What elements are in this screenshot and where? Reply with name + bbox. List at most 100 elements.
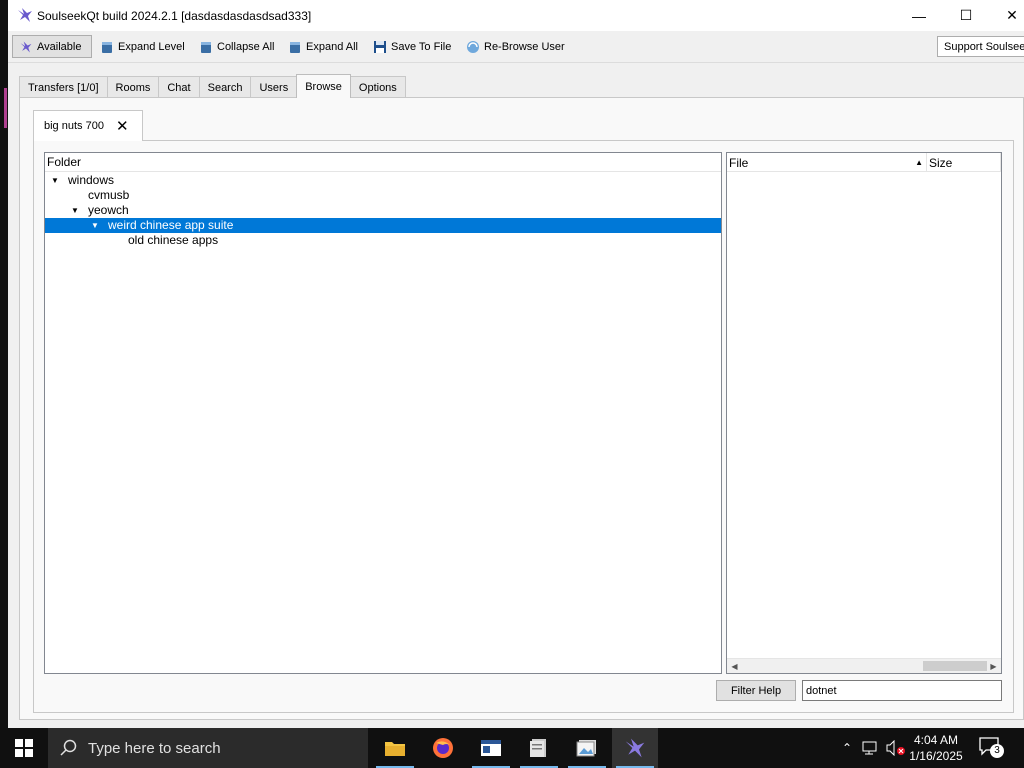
expand-arrow-icon[interactable]: ▼ [71, 203, 79, 218]
scroll-right-icon[interactable]: ▶ [986, 659, 1001, 673]
soulseek-bird-icon [18, 8, 32, 22]
filter-input[interactable] [802, 680, 1002, 701]
maximize-button[interactable]: ☐ [943, 0, 989, 31]
title-bar[interactable]: SoulseekQt build 2024.2.1 [dasdasdasdasd… [8, 0, 1024, 31]
network-icon[interactable] [862, 740, 880, 756]
rebrowse-user-label: Re-Browse User [484, 41, 565, 53]
system-clock[interactable]: 4:04 AM 1/16/2025 [902, 732, 970, 764]
desktop-background [0, 0, 8, 728]
size-column-label: Size [929, 155, 953, 170]
tab-browse[interactable]: Browse [296, 74, 351, 98]
expand-arrow-icon[interactable]: ▼ [91, 218, 99, 233]
expand-all-label: Expand All [306, 41, 358, 53]
expand-all-button[interactable]: Expand All [288, 37, 358, 57]
tab-label: Transfers [1/0] [28, 81, 99, 94]
bucket-icon [201, 42, 211, 53]
taskbar-documents[interactable] [516, 728, 562, 768]
expand-level-label: Expand Level [118, 41, 185, 53]
taskbar: Type here to search ⌃ 4:04 AM 1/16/2025 … [0, 728, 1024, 768]
tree-row[interactable]: old chinese apps [45, 233, 721, 248]
save-to-file-button[interactable]: Save To File [373, 37, 451, 57]
browse-user-panel: Folder ▼ windows cvmusb ▼ yeowch ▼ weird… [33, 140, 1014, 713]
taskbar-app-window[interactable] [468, 728, 514, 768]
main-tab-bar: Transfers [1/0] Rooms Chat Search Users … [19, 74, 406, 98]
tree-row[interactable]: ▼ windows [45, 173, 721, 188]
close-button[interactable]: ✕ [989, 0, 1024, 31]
search-placeholder: Type here to search [88, 739, 221, 757]
scroll-left-icon[interactable]: ◀ [727, 659, 742, 673]
tab-label: Chat [167, 81, 191, 94]
size-column-header[interactable]: Size [927, 153, 1001, 172]
file-list[interactable]: File ▲ Size ◀ ▶ [726, 152, 1002, 674]
scrollbar-thumb[interactable] [923, 661, 987, 671]
firefox-icon [433, 738, 453, 758]
notification-count-badge: 3 [990, 744, 1004, 758]
file-column-label: File [729, 155, 749, 170]
minimize-icon: — [912, 7, 926, 24]
tab-label: Options [358, 81, 397, 94]
status-available-button[interactable]: Available [12, 35, 93, 58]
tree-label: windows [68, 173, 115, 187]
sort-ascending-icon: ▲ [915, 158, 923, 167]
search-icon [60, 739, 77, 756]
folder-column-header[interactable]: Folder [45, 153, 721, 172]
close-tab-icon[interactable]: ✕ [116, 117, 129, 135]
taskbar-file-explorer[interactable] [372, 728, 418, 768]
tree-label: cvmusb [88, 188, 130, 202]
tree-row-selected[interactable]: ▼ weird chinese app suite [45, 218, 721, 233]
system-tray: ⌃ [838, 728, 906, 768]
collapse-all-label: Collapse All [217, 41, 275, 53]
maximize-icon: ☐ [959, 7, 973, 23]
tree-label: weird chinese app suite [108, 218, 234, 232]
collapse-all-button[interactable]: Collapse All [199, 37, 274, 57]
tree-row[interactable]: cvmusb [45, 188, 721, 203]
folder-column-label: Folder [47, 155, 82, 169]
documents-icon [530, 739, 546, 757]
folder-tree[interactable]: Folder ▼ windows cvmusb ▼ yeowch ▼ weird… [44, 152, 722, 674]
refresh-globe-icon [467, 41, 479, 53]
show-hidden-icons-icon[interactable]: ⌃ [838, 741, 856, 755]
taskbar-image-viewer[interactable] [564, 728, 610, 768]
tab-label: Search [207, 81, 243, 94]
image-viewer-icon [576, 740, 596, 757]
notification-center-button[interactable]: 3 [978, 736, 1008, 760]
tab-search[interactable]: Search [198, 76, 252, 98]
minimize-button[interactable]: — [896, 0, 942, 31]
file-list-header: File ▲ Size [727, 153, 1001, 172]
folder-icon [385, 742, 405, 756]
tab-rooms[interactable]: Rooms [106, 76, 160, 98]
start-button[interactable] [0, 728, 48, 768]
app-window-icon [481, 740, 501, 756]
clock-date: 1/16/2025 [909, 749, 963, 763]
tree-row[interactable]: ▼ yeowch [45, 203, 721, 218]
status-available-label: Available [37, 40, 82, 53]
tab-transfers[interactable]: Transfers [1/0] [19, 76, 108, 98]
save-to-file-label: Save To File [391, 41, 452, 53]
browse-user-tab[interactable]: big nuts 700 ✕ [33, 110, 143, 141]
bucket-icon [102, 42, 112, 53]
taskbar-firefox[interactable] [420, 728, 466, 768]
support-soulseek-label: Support Soulseek [944, 40, 1024, 53]
tab-label: Users [259, 81, 289, 94]
tab-options[interactable]: Options [349, 76, 406, 98]
rebrowse-user-button[interactable]: Re-Browse User [466, 37, 565, 57]
floppy-disk-icon [374, 41, 386, 53]
clock-time: 4:04 AM [913, 733, 959, 747]
expand-level-button[interactable]: Expand Level [100, 37, 185, 57]
horizontal-scrollbar[interactable]: ◀ ▶ [727, 658, 1001, 673]
tab-chat[interactable]: Chat [158, 76, 200, 98]
expand-arrow-icon[interactable]: ▼ [51, 173, 59, 188]
tab-users[interactable]: Users [250, 76, 298, 98]
windows-logo-icon [15, 739, 33, 757]
window-title: SoulseekQt build 2024.2.1 [dasdasdasdasd… [37, 9, 312, 23]
browse-user-tab-label: big nuts 700 [44, 120, 104, 132]
taskbar-search[interactable]: Type here to search [48, 728, 368, 768]
filter-help-button[interactable]: Filter Help [716, 680, 796, 701]
tab-label: Rooms [115, 81, 151, 94]
file-column-header[interactable]: File ▲ [727, 153, 927, 172]
close-icon: ✕ [1006, 7, 1018, 23]
support-soulseek-button[interactable]: Support Soulseek [937, 36, 1024, 57]
desktop-accent [4, 88, 7, 128]
tab-label: Browse [305, 80, 342, 93]
taskbar-soulseek[interactable] [612, 728, 658, 768]
